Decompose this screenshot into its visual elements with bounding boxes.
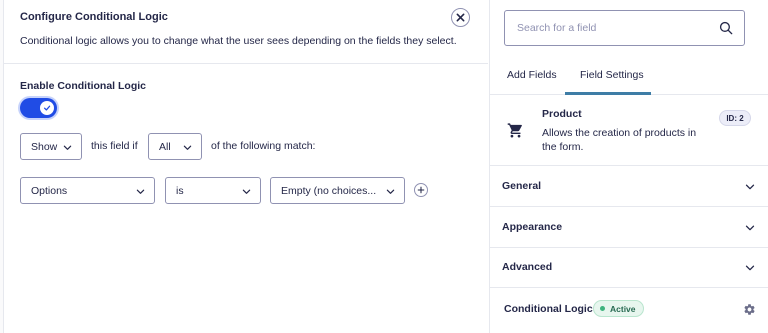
accordion-advanced[interactable]: Advanced xyxy=(490,248,768,288)
search-icon[interactable] xyxy=(719,21,733,35)
field-search xyxy=(504,10,745,46)
tab-field-settings[interactable]: Field Settings xyxy=(580,69,644,81)
rule-field-value: Options xyxy=(31,184,68,197)
enable-conditional-logic-toggle[interactable] xyxy=(20,98,57,118)
editor-sidebar: Add Fields Field Settings Product Allows… xyxy=(489,0,768,333)
chevron-down-icon xyxy=(242,189,251,194)
chevron-down-icon xyxy=(745,265,755,271)
status-badge-text: Active xyxy=(610,303,636,314)
action-select-value: Show xyxy=(31,140,58,153)
accordion-general[interactable]: General xyxy=(490,167,768,207)
chevron-down-icon xyxy=(386,189,395,194)
cart-icon xyxy=(507,123,522,138)
rule-operator-value: is xyxy=(176,184,184,197)
action-select[interactable]: Show xyxy=(20,133,82,160)
flyout-title: Configure Conditional Logic xyxy=(20,11,168,23)
field-description: Allows the creation of products in the f… xyxy=(542,127,697,153)
accordion-appearance[interactable]: Appearance xyxy=(490,208,768,248)
flyout-description: Conditional logic allows you to change w… xyxy=(20,35,457,47)
rule-value-select[interactable]: Empty (no choices... xyxy=(270,177,405,204)
field-name: Product xyxy=(542,108,582,120)
plus-icon xyxy=(417,186,425,194)
add-rule-button[interactable] xyxy=(414,183,428,197)
sidebar-tabs: Add Fields Field Settings xyxy=(490,56,768,95)
tab-add-fields[interactable]: Add Fields xyxy=(507,69,557,81)
chevron-down-icon xyxy=(136,189,145,194)
toggle-knob xyxy=(40,101,54,115)
following-match-text: of the following match: xyxy=(211,140,316,152)
flyout-header: Configure Conditional Logic Conditional … xyxy=(4,0,488,64)
accordion-appearance-label: Appearance xyxy=(502,221,563,233)
gear-icon[interactable] xyxy=(743,303,756,316)
conditional-logic-flyout: Configure Conditional Logic Conditional … xyxy=(4,0,488,333)
accordion-advanced-label: Advanced xyxy=(502,261,553,273)
close-button[interactable] xyxy=(451,8,470,27)
close-icon xyxy=(456,13,465,22)
status-badge: Active xyxy=(593,300,644,317)
rule-field-select[interactable]: Options xyxy=(20,177,155,204)
conditional-logic-label: Conditional Logic xyxy=(504,303,593,315)
this-field-if-text: this field if xyxy=(91,140,138,152)
chevron-down-icon xyxy=(63,145,72,150)
chevron-down-icon xyxy=(183,145,192,150)
check-icon xyxy=(43,105,51,111)
search-input[interactable] xyxy=(517,20,707,36)
chevron-down-icon xyxy=(745,184,755,190)
enable-conditional-logic-label: Enable Conditional Logic xyxy=(20,80,146,92)
rule-operator-select[interactable]: is xyxy=(165,177,261,204)
accordion-general-label: General xyxy=(502,180,542,192)
match-select-value: All xyxy=(159,140,171,153)
active-tab-indicator xyxy=(565,92,651,95)
status-dot xyxy=(600,306,605,311)
field-info-panel: Product Allows the creation of products … xyxy=(490,96,768,166)
conditional-logic-row: Conditional Logic Active xyxy=(490,288,768,333)
rule-value-value: Empty (no choices... xyxy=(281,184,377,197)
field-id-badge: ID: 2 xyxy=(719,110,751,126)
match-select[interactable]: All xyxy=(148,133,202,160)
chevron-down-icon xyxy=(745,225,755,231)
